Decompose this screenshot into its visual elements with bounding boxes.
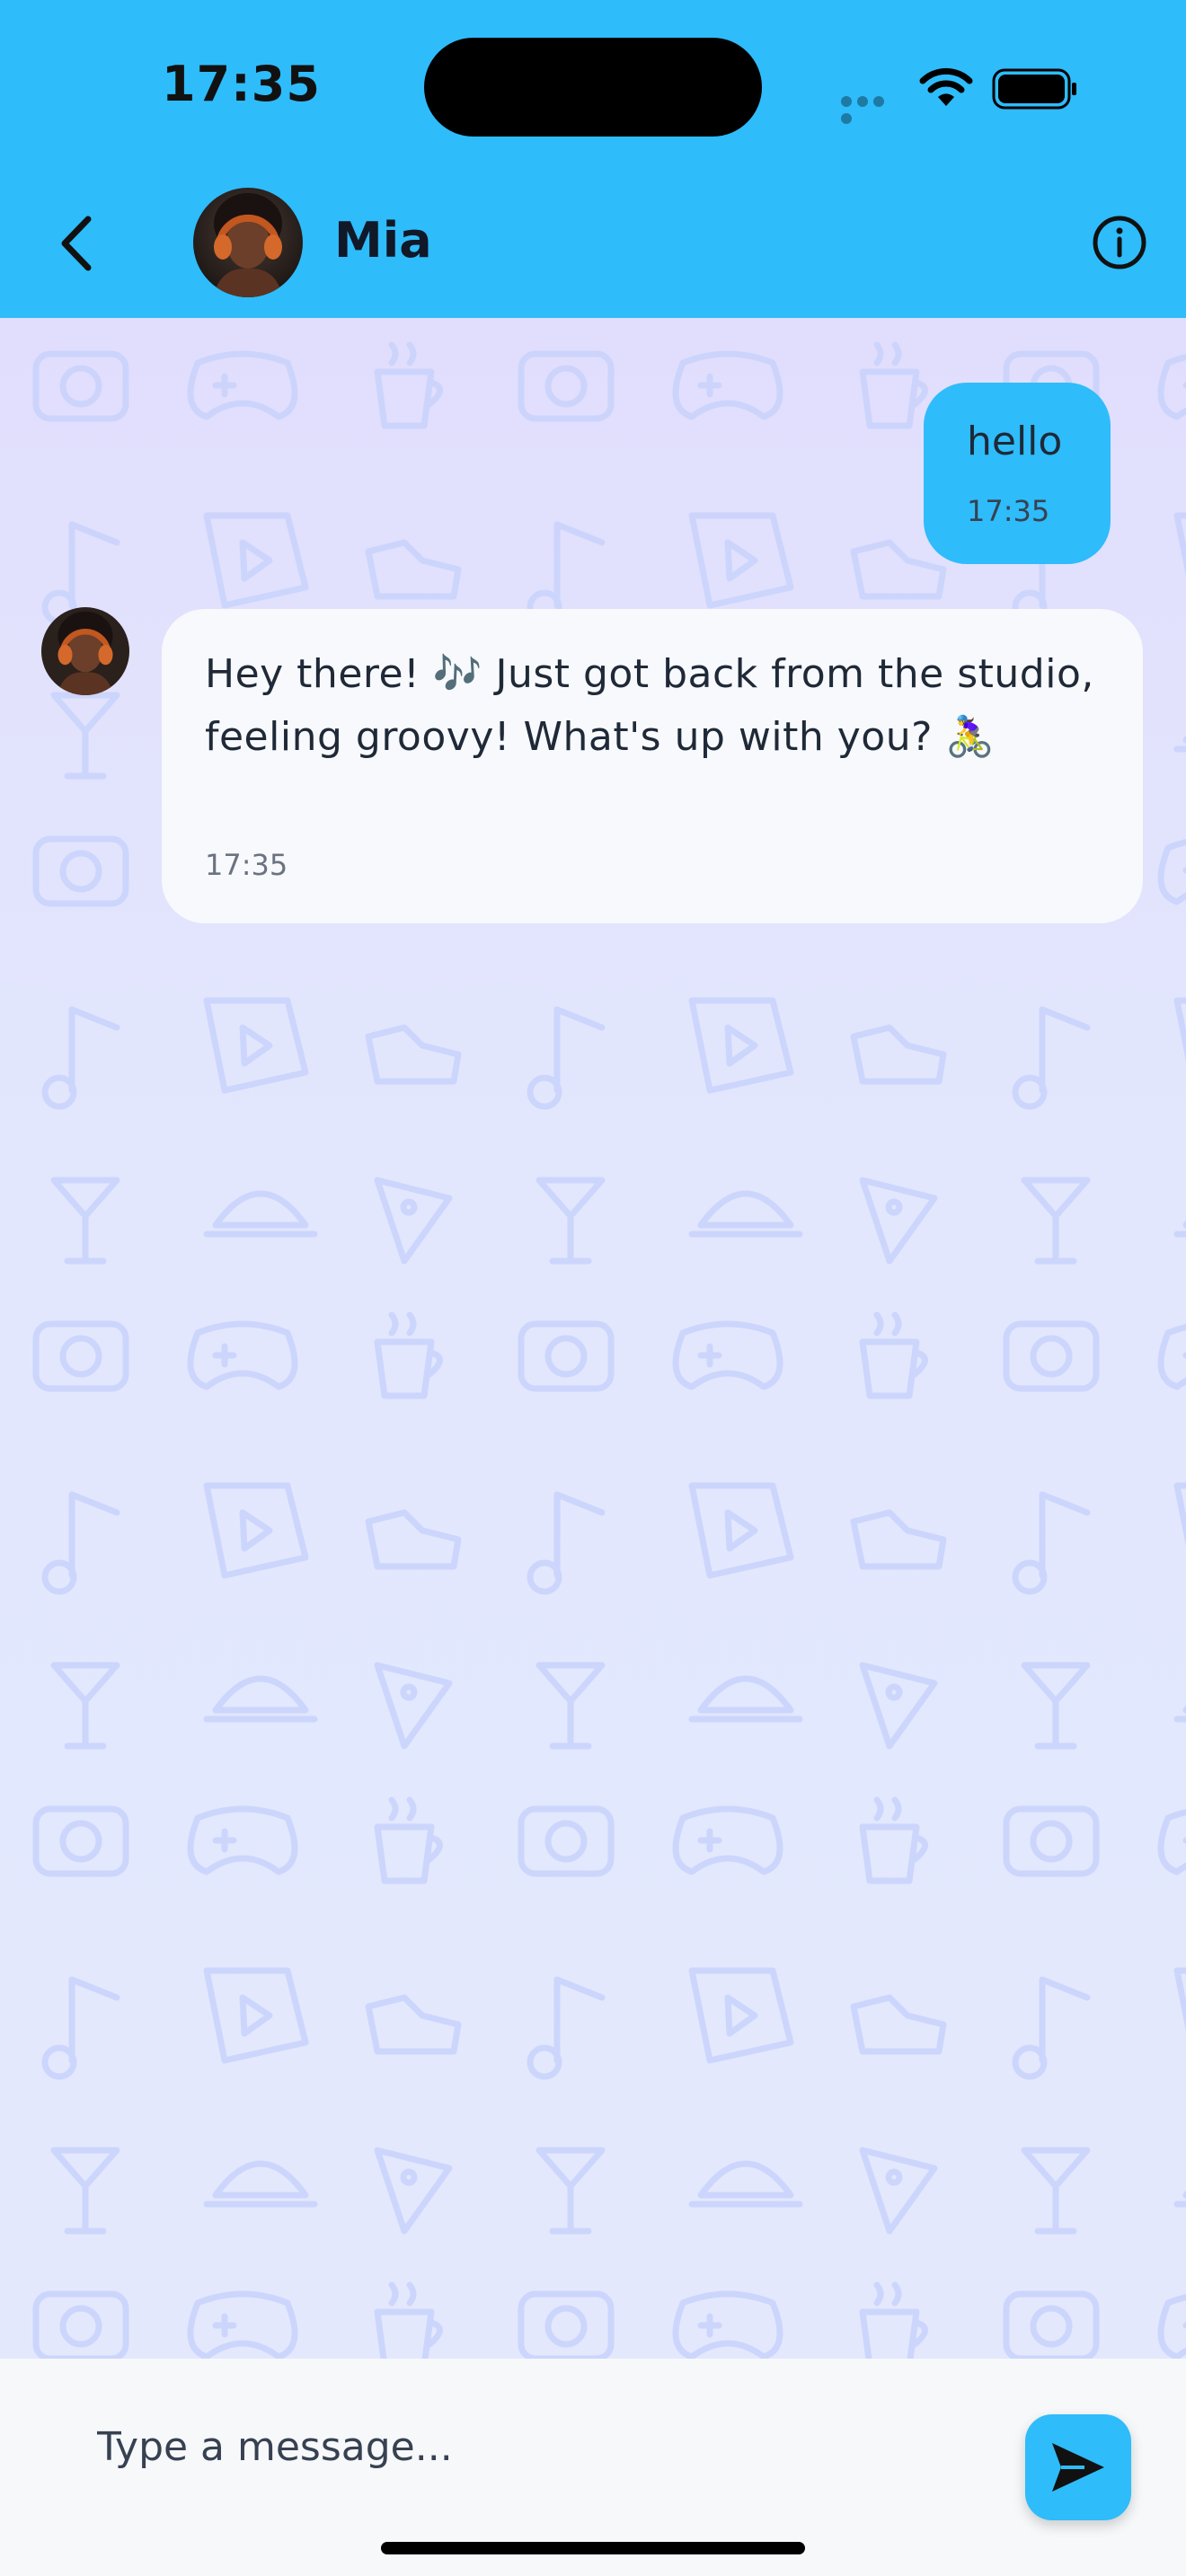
status-time: 17:35	[162, 56, 321, 112]
message-input[interactable]	[54, 2402, 988, 2492]
chat-header: 17:35 Mia	[0, 0, 1186, 318]
wifi-icon	[919, 67, 973, 106]
home-indicator	[381, 2542, 805, 2554]
cellular-signal-icon	[841, 93, 902, 124]
sender-avatar	[41, 607, 129, 695]
dynamic-island	[424, 38, 762, 137]
send-icon	[1052, 2443, 1104, 2492]
outgoing-message-bubble[interactable]: hello 17:35	[924, 383, 1111, 564]
send-button[interactable]	[1025, 2414, 1131, 2520]
contact-name[interactable]: Mia	[334, 212, 432, 269]
message-text: Hey there! 🎶 Just got back from the stud…	[205, 651, 1094, 760]
message-timestamp: 17:35	[205, 848, 288, 882]
message-timestamp: 17:35	[967, 494, 1050, 528]
chat-message-area[interactable]: hello 17:35 Hey there! 🎶 Just got back f…	[0, 318, 1186, 2359]
incoming-message-bubble[interactable]: Hey there! 🎶 Just got back from the stud…	[162, 609, 1143, 923]
message-composer	[0, 2359, 1186, 2576]
back-button[interactable]	[50, 212, 104, 275]
message-text: hello	[967, 419, 1063, 464]
info-circle-icon	[1093, 216, 1146, 269]
contact-avatar[interactable]	[193, 188, 303, 297]
chevron-left-icon	[61, 216, 92, 271]
battery-icon	[992, 68, 1076, 110]
info-button[interactable]	[1091, 214, 1148, 271]
